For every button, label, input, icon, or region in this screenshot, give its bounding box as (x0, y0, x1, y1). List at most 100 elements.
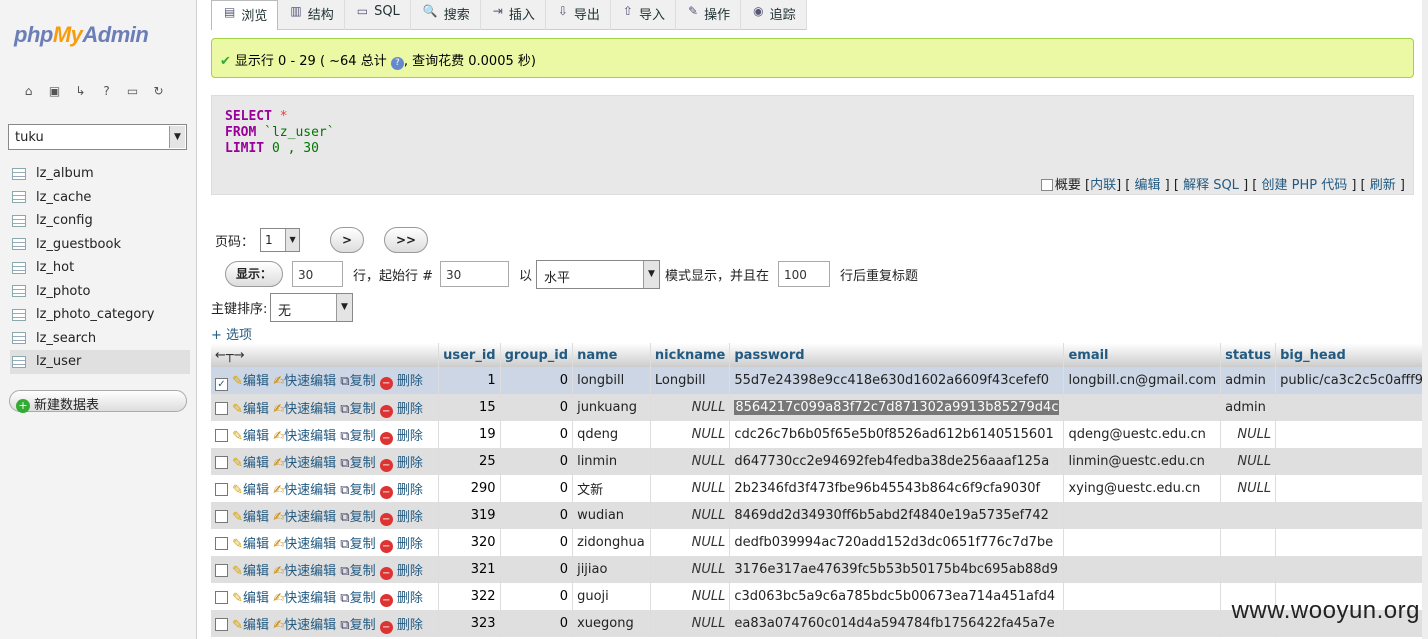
reload-icon[interactable]: ↻ (150, 83, 167, 100)
show-button[interactable]: 显示： (225, 261, 283, 287)
row-checkbox[interactable]: ✓ (215, 378, 228, 391)
cell-email[interactable]: qdeng@uestc.edu.cn (1063, 421, 1222, 448)
header-status[interactable]: status (1220, 343, 1277, 367)
scrollbar[interactable] (1422, 0, 1428, 639)
next-page-button[interactable]: > (330, 227, 365, 253)
cell-password[interactable]: 8564217c099a83f72c7d871302a9913b85279d4c (729, 394, 1065, 421)
cell-big-head[interactable]: public/ca3c2c5c0afff9 (1275, 367, 1428, 394)
cell-password[interactable]: ea83a074760c014d4a594784fb1756422fa45a7e (729, 610, 1065, 637)
copy-icon[interactable]: ⧉ (340, 591, 349, 606)
help-icon[interactable]: ? (390, 57, 404, 70)
table-row[interactable]: ✎编辑 ✍快速编辑 ⧉复制 − 删除 320 0 zidonghua NULL dedfb… (211, 529, 1428, 556)
table-row[interactable]: ✎编辑 ✍快速编辑 ⧉复制 − 删除 321 0 jijiao NULL 3176e317… (211, 556, 1428, 583)
pencil-icon[interactable]: ✎ (232, 483, 243, 498)
copy-link[interactable]: 复制 (350, 456, 376, 471)
cell-nickname[interactable]: NULL (650, 421, 731, 448)
cell-nickname[interactable]: NULL (650, 394, 731, 421)
repeat-header-input[interactable]: 100 (778, 261, 830, 287)
header-user-id[interactable]: user_id (438, 343, 501, 367)
table-name[interactable]: lz_hot (36, 260, 74, 275)
cell-big-head[interactable] (1275, 394, 1428, 421)
cell-name[interactable]: xuegong (572, 610, 651, 637)
cell-nickname[interactable]: NULL (650, 583, 731, 610)
row-checkbox[interactable] (215, 536, 228, 550)
row-checkbox[interactable] (215, 428, 228, 442)
edit-link[interactable]: 编辑 (243, 429, 269, 444)
sql-select-keyword[interactable]: SELECT (225, 109, 272, 124)
last-page-button[interactable]: >> (384, 227, 429, 253)
edit-link[interactable]: 编辑 (243, 510, 269, 525)
copy-icon[interactable]: ⧉ (340, 564, 349, 579)
cell-nickname[interactable]: NULL (650, 475, 731, 502)
sidebar-table-lz-search[interactable]: lz_search (10, 327, 190, 351)
cell-password[interactable]: cdc26c7b6b05f65e5b0f8526ad612b6140515601 (729, 421, 1065, 448)
table-row[interactable]: ✓ ✎编辑 ✍快速编辑 ⧉复制 − 删除 1 0 longbill Longbill 55… (211, 367, 1428, 394)
table-name[interactable]: lz_cache (36, 190, 91, 205)
copy-icon[interactable]: ⧉ (340, 429, 349, 444)
header-email[interactable]: email (1063, 343, 1222, 367)
cell-name[interactable]: 文新 (572, 475, 651, 502)
delete-link[interactable]: 删除 (397, 483, 423, 498)
help-icon[interactable]: ? (98, 83, 115, 100)
sidebar-table-lz-cache[interactable]: lz_cache (10, 186, 190, 210)
quick-edit-icon[interactable]: ✍ (273, 374, 284, 389)
cell-group-id[interactable]: 0 (500, 475, 574, 502)
delete-icon[interactable]: − (379, 593, 393, 607)
cell-group-id[interactable]: 0 (500, 583, 574, 610)
database-select[interactable]: tuku ▼ (8, 124, 187, 150)
tab-structure[interactable]: ▥ 结构 (278, 0, 345, 30)
docs-icon[interactable]: ▭ (124, 83, 141, 100)
delete-icon[interactable]: − (379, 431, 393, 445)
cell-user-id[interactable]: 25 (438, 448, 501, 475)
sidebar-table-lz-album[interactable]: lz_album (10, 162, 190, 186)
cell-nickname[interactable]: NULL (650, 556, 731, 583)
delete-icon[interactable]: − (379, 458, 393, 472)
table-name[interactable]: lz_photo_category (36, 307, 154, 322)
cell-nickname[interactable]: NULL (650, 448, 731, 475)
sidebar-table-lz-photo[interactable]: lz_photo (10, 280, 190, 304)
edit-link[interactable]: 编辑 (243, 618, 269, 633)
copy-link[interactable]: 复制 (350, 591, 376, 606)
quick-edit-icon[interactable]: ✍ (273, 591, 284, 606)
refresh-link[interactable]: 刷新 (1370, 178, 1396, 193)
quick-edit-icon[interactable]: ✍ (273, 429, 284, 444)
cell-status[interactable] (1220, 529, 1277, 556)
quick-edit-link[interactable]: 快速编辑 (284, 429, 336, 444)
copy-link[interactable]: 复制 (350, 429, 376, 444)
pencil-icon[interactable]: ✎ (232, 618, 243, 633)
table-name[interactable]: lz_search (36, 331, 96, 346)
cell-group-id[interactable]: 0 (500, 529, 574, 556)
copy-link[interactable]: 复制 (350, 402, 376, 417)
sidebar-table-lz-photo-category[interactable]: lz_photo_category (10, 303, 190, 327)
quick-edit-link[interactable]: 快速编辑 (284, 456, 336, 471)
delete-icon[interactable]: − (379, 485, 393, 499)
quick-edit-icon[interactable]: ✍ (273, 618, 284, 633)
table-name[interactable]: lz_album (36, 166, 94, 181)
cell-name[interactable]: linmin (572, 448, 651, 475)
copy-link[interactable]: 复制 (350, 537, 376, 552)
cell-status[interactable] (1220, 502, 1277, 529)
quick-edit-icon[interactable]: ✍ (273, 402, 284, 417)
table-icon[interactable] (12, 308, 26, 321)
tab-import[interactable]: ⇧ 导入 (611, 0, 676, 30)
pencil-icon[interactable]: ✎ (232, 510, 243, 525)
edit-link[interactable]: 编辑 (243, 483, 269, 498)
pencil-icon[interactable]: ✎ (232, 429, 243, 444)
copy-icon[interactable]: ⧉ (340, 618, 349, 633)
quick-edit-link[interactable]: 快速编辑 (284, 402, 336, 417)
quick-edit-link[interactable]: 快速编辑 (284, 618, 336, 633)
delete-icon[interactable]: − (379, 566, 393, 580)
delete-link[interactable]: 删除 (397, 374, 423, 389)
cell-user-id[interactable]: 320 (438, 529, 501, 556)
table-icon[interactable] (12, 238, 26, 251)
edit-link[interactable]: 编辑 (243, 374, 269, 389)
pencil-icon[interactable]: ✎ (232, 374, 243, 389)
cell-email[interactable] (1063, 583, 1222, 610)
quick-edit-link[interactable]: 快速编辑 (284, 374, 336, 389)
start-row-input[interactable]: 30 (440, 261, 509, 287)
copy-icon[interactable]: ⧉ (340, 537, 349, 552)
cell-nickname[interactable]: Longbill (650, 367, 731, 394)
cell-email[interactable] (1063, 556, 1222, 583)
cell-email[interactable] (1063, 502, 1222, 529)
cell-name[interactable]: wudian (572, 502, 651, 529)
